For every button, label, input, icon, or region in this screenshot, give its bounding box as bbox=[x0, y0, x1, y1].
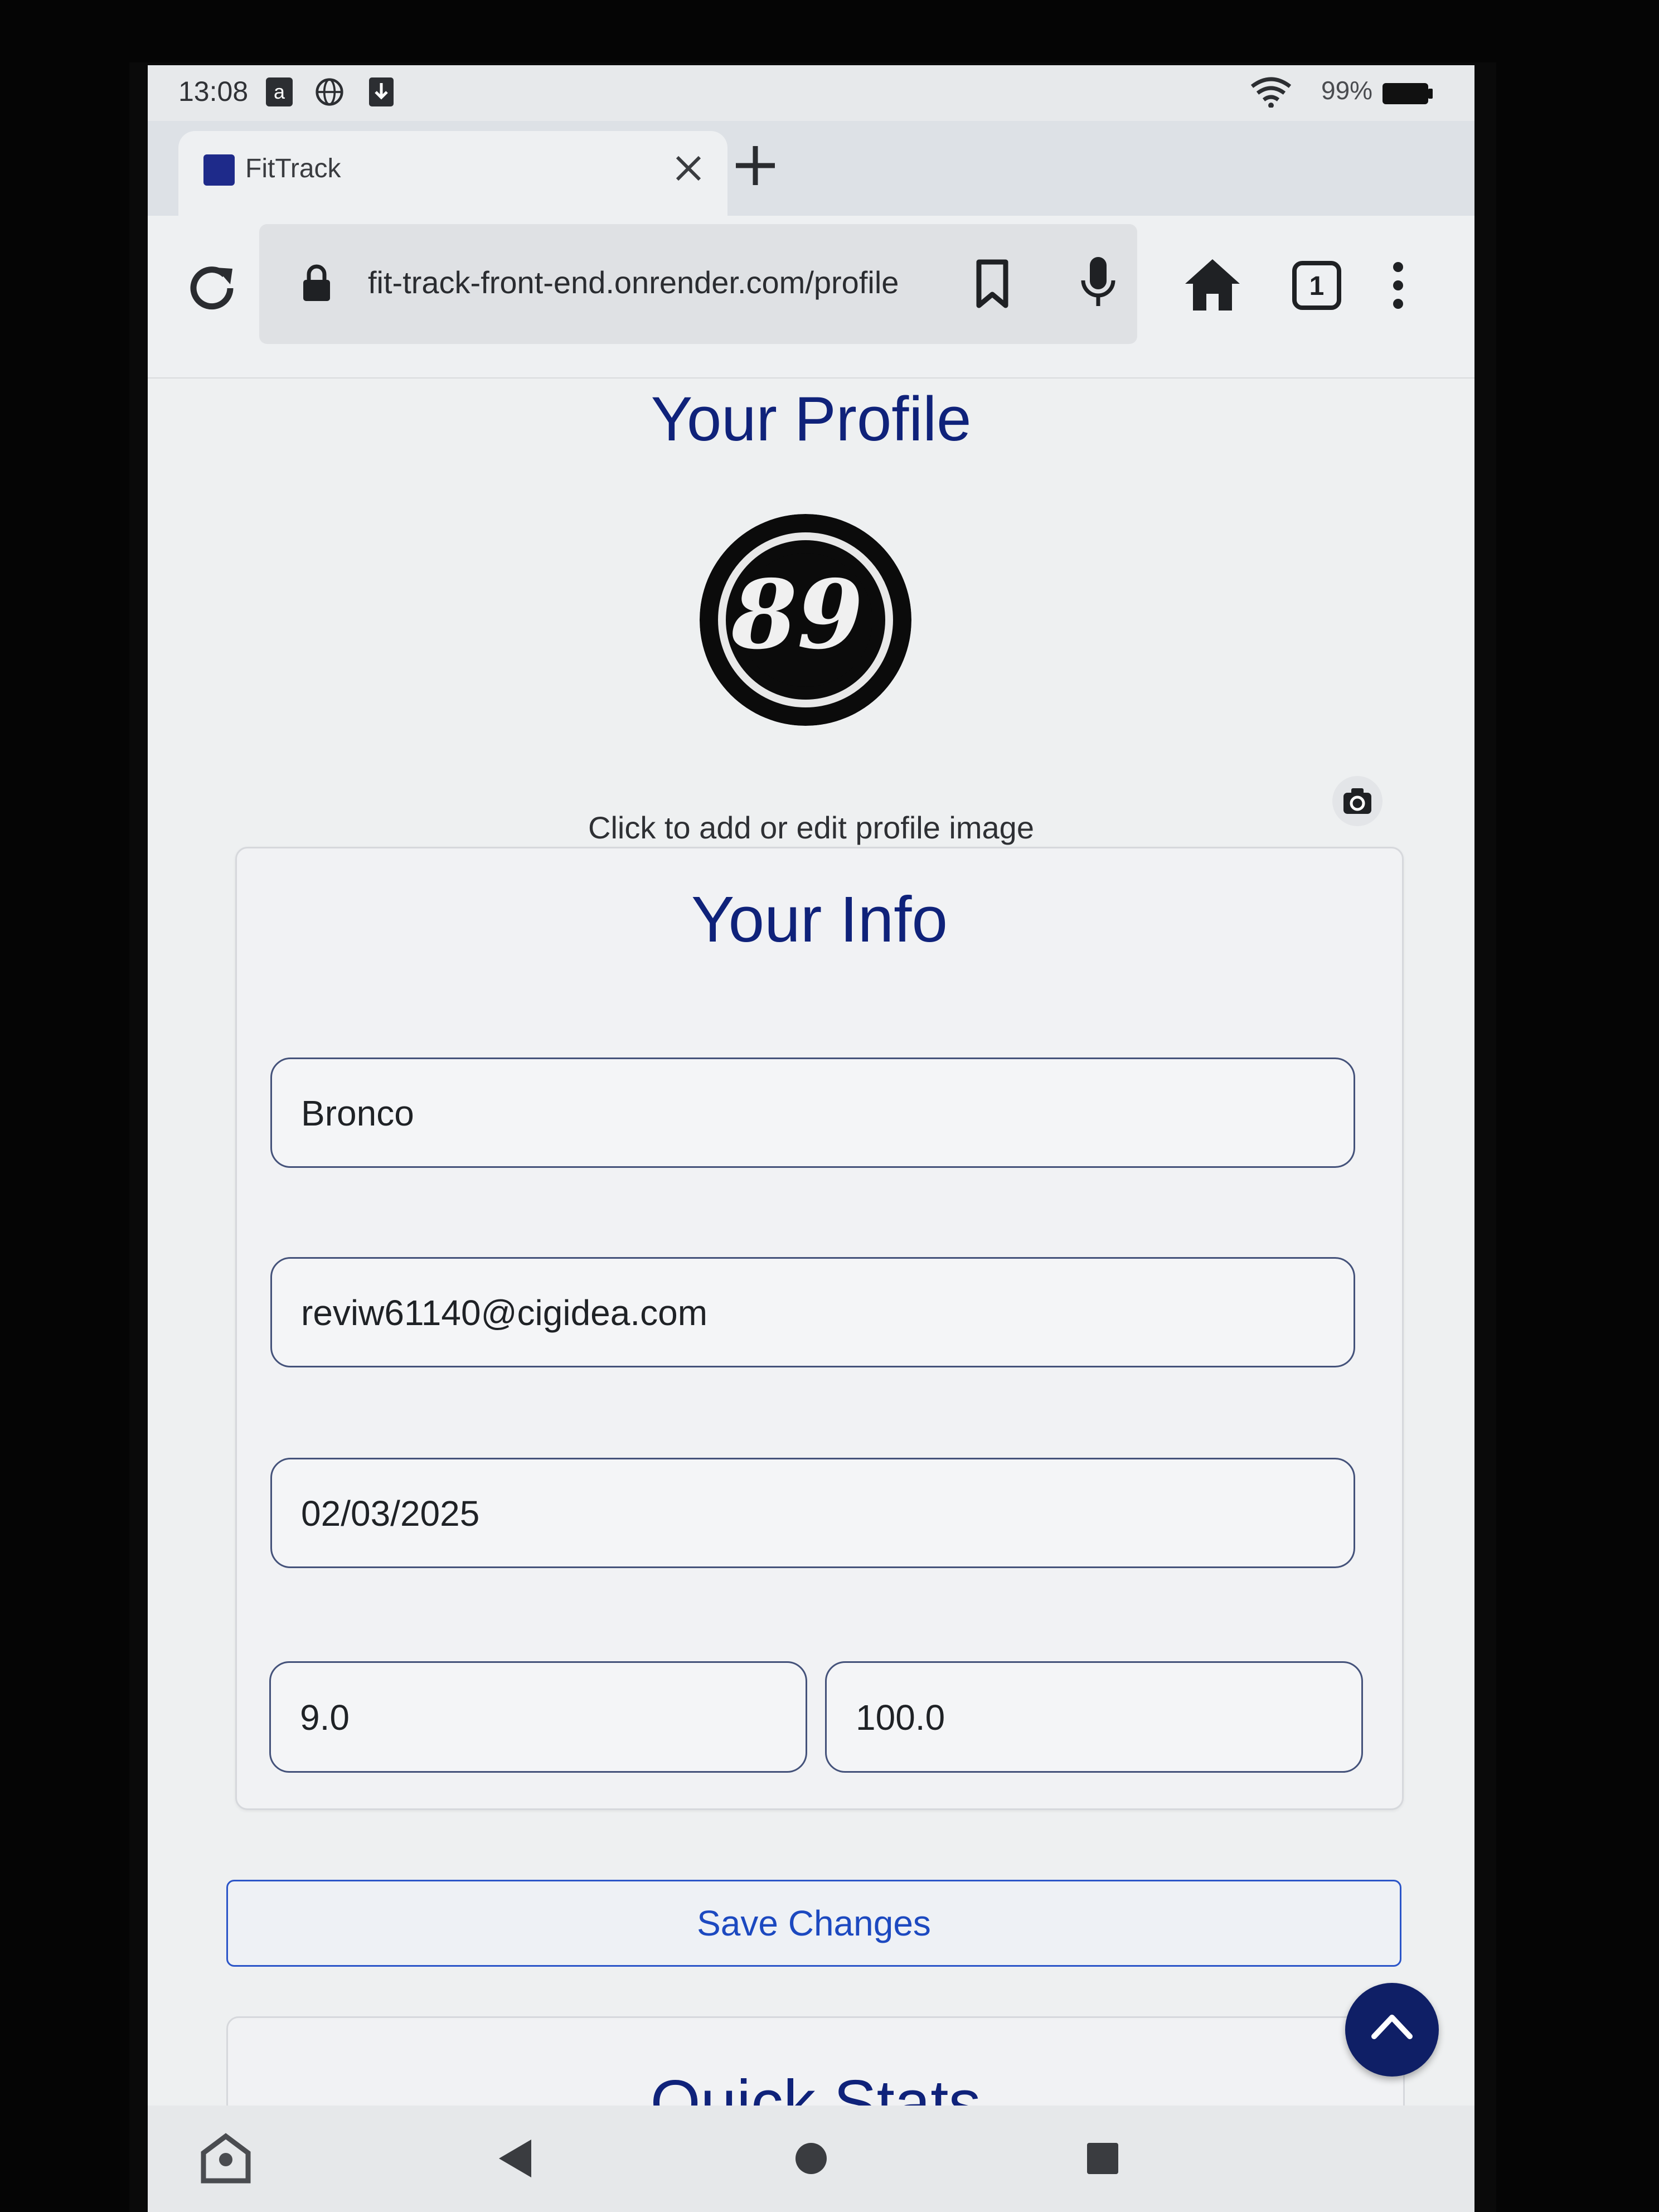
date-field[interactable] bbox=[270, 1458, 1355, 1568]
profile-avatar[interactable]: 89 bbox=[700, 514, 911, 726]
wifi-icon bbox=[1250, 77, 1292, 108]
home-icon[interactable] bbox=[1182, 255, 1243, 313]
chevron-up-icon bbox=[1371, 2015, 1413, 2039]
browser-tab[interactable]: FitTrack bbox=[178, 131, 727, 216]
download-icon bbox=[369, 77, 394, 106]
recents-icon[interactable] bbox=[1075, 2131, 1131, 2186]
name-input[interactable] bbox=[300, 1059, 1333, 1167]
system-nav-bar bbox=[148, 2106, 1474, 2212]
back-icon[interactable] bbox=[488, 2131, 544, 2186]
url-text[interactable]: fit-track-front-end.onrender.com/profile bbox=[368, 264, 899, 300]
home-circle-icon[interactable] bbox=[783, 2131, 839, 2186]
launcher-home-icon[interactable] bbox=[198, 2131, 254, 2186]
profile-image-hint[interactable]: Click to add or edit profile image bbox=[148, 809, 1474, 846]
new-tab-icon[interactable] bbox=[725, 135, 786, 196]
lock-icon bbox=[303, 264, 330, 301]
tab-title: FitTrack bbox=[245, 154, 341, 183]
status-time: 13:08 bbox=[178, 76, 249, 107]
info-heading: Your Info bbox=[691, 883, 948, 955]
tab-count: 1 bbox=[1309, 271, 1325, 301]
status-bar: 13:08 a 99% bbox=[148, 65, 1474, 121]
screen: 13:08 a 99% FitTrack fit-track-front-end… bbox=[148, 65, 1474, 2212]
microphone-icon[interactable] bbox=[1073, 255, 1123, 311]
address-bar[interactable]: fit-track-front-end.onrender.com/profile bbox=[259, 224, 1137, 344]
camera-button[interactable] bbox=[1332, 776, 1382, 826]
right-number-field[interactable] bbox=[825, 1661, 1363, 1773]
amazon-icon: a bbox=[266, 77, 293, 106]
battery-percent: 99% bbox=[1321, 76, 1373, 105]
date-input[interactable] bbox=[300, 1459, 1333, 1568]
email-field[interactable] bbox=[270, 1257, 1355, 1367]
svg-text:a: a bbox=[274, 80, 285, 103]
left-number-field[interactable] bbox=[269, 1661, 807, 1773]
battery-icon bbox=[1382, 83, 1433, 104]
save-changes-button[interactable]: Save Changes bbox=[226, 1880, 1401, 1967]
reload-icon[interactable] bbox=[181, 258, 242, 319]
page-title: Your Profile bbox=[651, 384, 972, 454]
right-number-input[interactable] bbox=[855, 1663, 1341, 1772]
email-input[interactable] bbox=[300, 1259, 1333, 1367]
svg-text:89: 89 bbox=[731, 559, 864, 671]
left-number-input[interactable] bbox=[299, 1663, 785, 1772]
fittrack-favicon-icon bbox=[203, 154, 235, 186]
scroll-to-top-button[interactable] bbox=[1345, 1983, 1439, 2077]
info-card: Your Info bbox=[235, 847, 1404, 1810]
close-icon[interactable] bbox=[669, 149, 708, 188]
tab-switcher-icon[interactable]: 1 bbox=[1292, 260, 1342, 311]
bookmark-icon[interactable] bbox=[970, 258, 1015, 311]
camera-icon bbox=[1343, 788, 1371, 814]
more-menu-icon[interactable] bbox=[1384, 255, 1412, 316]
globe-icon bbox=[316, 78, 343, 106]
name-field[interactable] bbox=[270, 1058, 1355, 1168]
